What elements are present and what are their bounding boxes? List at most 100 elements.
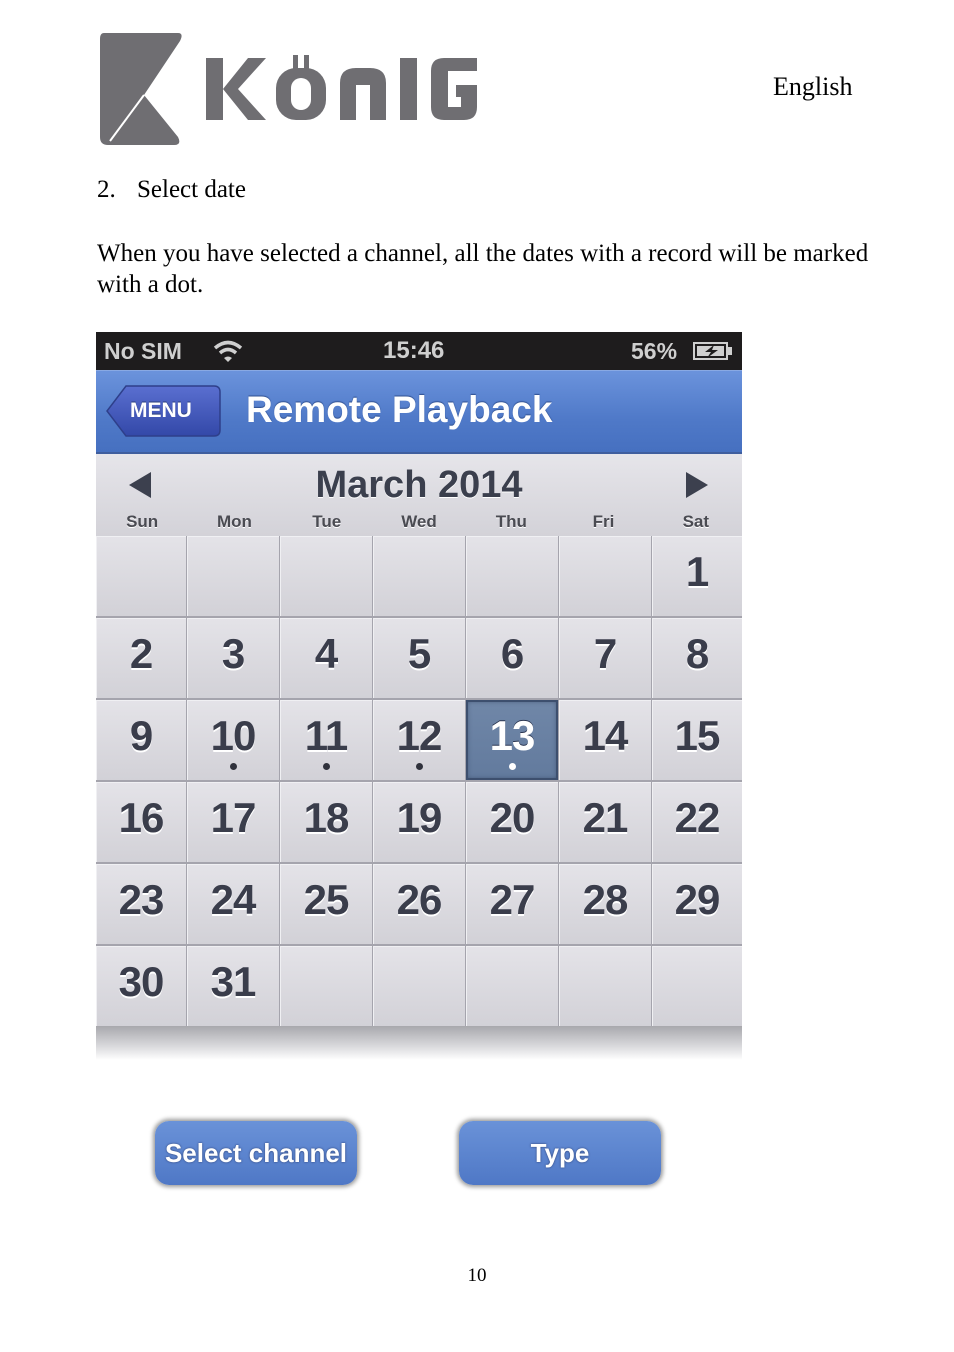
day-number: 31 <box>210 958 257 1005</box>
calendar-day-cell[interactable]: 1 <box>652 536 742 616</box>
calendar-day-cell[interactable]: 21 <box>559 782 651 862</box>
day-number: 1 <box>685 548 709 595</box>
calendar-day-cell[interactable]: 14 <box>559 700 651 780</box>
weekday-label: Sat <box>682 512 710 531</box>
calendar-empty-cell <box>187 536 279 616</box>
day-number: 18 <box>303 794 350 841</box>
calendar-day-cell[interactable]: 10 <box>187 700 279 780</box>
select-channel-button[interactable]: Select channel <box>155 1121 357 1185</box>
calendar-empty-cell <box>373 946 465 1026</box>
calendar-day-cell[interactable]: 27 <box>466 864 558 944</box>
record-dot-icon <box>323 763 330 770</box>
calendar-empty-cell <box>280 946 372 1026</box>
day-number: 10 <box>210 712 257 759</box>
day-number: 3 <box>221 630 245 677</box>
calendar-day-cell[interactable]: 5 <box>373 618 465 698</box>
calendar-day-cell[interactable]: 9 <box>96 700 186 780</box>
screen-title: Remote Playback <box>246 389 553 430</box>
calendar-day-cell[interactable]: 12 <box>373 700 465 780</box>
calendar-day-cell[interactable]: 13 <box>466 700 558 780</box>
day-number: 25 <box>303 876 350 923</box>
day-number: 20 <box>489 794 536 841</box>
calendar-empty-cell <box>466 946 558 1026</box>
app-screenshot: No SIM 15:46 56% MENU Remote Playback Ma… <box>96 332 742 1060</box>
clock: 15:46 <box>383 337 445 364</box>
calendar-day-cell[interactable]: 17 <box>187 782 279 862</box>
day-number: 24 <box>210 876 257 923</box>
day-number: 17 <box>210 794 257 841</box>
status-bar: No SIM 15:46 56% <box>96 332 742 370</box>
calendar-empty-cell <box>373 536 465 616</box>
weekday-label: Sun <box>126 512 159 531</box>
record-dot-icon <box>230 763 237 770</box>
weekday-row: Sun Mon Tue Wed Thu Fri Sat <box>96 512 742 532</box>
day-number: 7 <box>593 630 617 677</box>
carrier-label: No SIM <box>104 338 182 364</box>
day-number: 6 <box>500 630 524 677</box>
step-heading: 2. Select date <box>97 176 246 204</box>
calendar-day-cell[interactable]: 11 <box>280 700 372 780</box>
calendar-empty-cell <box>652 946 742 1026</box>
day-number: 30 <box>118 958 165 1005</box>
battery-percent: 56% <box>631 338 678 364</box>
calendar-empty-cell <box>559 536 651 616</box>
day-number: 12 <box>396 712 443 759</box>
calendar-day-cell[interactable]: 8 <box>652 618 742 698</box>
calendar-day-cell[interactable]: 3 <box>187 618 279 698</box>
day-number: 2 <box>129 630 153 677</box>
calendar-empty-cell <box>559 946 651 1026</box>
day-number: 29 <box>674 876 721 923</box>
calendar-day-cell[interactable]: 22 <box>652 782 742 862</box>
calendar-bottom-shadow <box>96 1026 742 1060</box>
calendar-day-cell[interactable]: 31 <box>187 946 279 1026</box>
record-dot-icon <box>509 763 516 770</box>
weekday-label: Fri <box>592 512 615 531</box>
calendar-day-cell[interactable]: 23 <box>96 864 186 944</box>
calendar-day-cell[interactable]: 6 <box>466 618 558 698</box>
calendar-day-cell[interactable]: 7 <box>559 618 651 698</box>
language-label: English <box>773 72 853 101</box>
calendar-day-cell[interactable]: 20 <box>466 782 558 862</box>
nav-bar: MENU Remote Playback <box>96 370 742 455</box>
menu-back-button[interactable]: MENU <box>106 385 221 437</box>
calendar-day-cell[interactable]: 15 <box>652 700 742 780</box>
description-paragraph: When you have selected a channel, all th… <box>97 240 869 298</box>
day-number: 26 <box>396 876 443 923</box>
day-number: 16 <box>118 794 165 841</box>
day-number: 9 <box>129 712 153 759</box>
day-number: 8 <box>685 630 709 677</box>
wifi-icon <box>213 340 243 362</box>
calendar-day-cell[interactable]: 16 <box>96 782 186 862</box>
day-number: 23 <box>118 876 165 923</box>
calendar-day-cell[interactable]: 24 <box>187 864 279 944</box>
type-button[interactable]: Type <box>459 1121 661 1185</box>
day-number: 13 <box>489 712 536 759</box>
calendar-day-cell[interactable]: 25 <box>280 864 372 944</box>
day-number: 19 <box>396 794 443 841</box>
battery-charging-icon <box>693 342 732 360</box>
day-number: 28 <box>582 876 629 923</box>
month-title: March 2014 <box>315 464 523 506</box>
day-number: 21 <box>582 794 629 841</box>
konig-logo-mark <box>100 33 477 145</box>
calendar-day-cell[interactable]: 19 <box>373 782 465 862</box>
page-number: 10 <box>467 1265 487 1286</box>
calendar-day-cell[interactable]: 26 <box>373 864 465 944</box>
calendar-day-cell[interactable]: 2 <box>96 618 186 698</box>
triangle-right-icon[interactable] <box>686 472 708 498</box>
calendar-day-cell[interactable]: 4 <box>280 618 372 698</box>
day-number: 5 <box>407 630 431 677</box>
weekday-label: Mon <box>216 512 252 531</box>
konig-logo <box>98 33 518 145</box>
day-number: 15 <box>674 712 721 759</box>
day-number: 27 <box>489 876 536 923</box>
calendar-day-cell[interactable]: 29 <box>652 864 742 944</box>
calendar-day-cell[interactable]: 18 <box>280 782 372 862</box>
day-number: 4 <box>314 630 338 677</box>
step-title: Select date <box>137 176 246 203</box>
day-number: 11 <box>304 712 348 759</box>
calendar-day-cell[interactable]: 30 <box>96 946 186 1026</box>
day-number: 14 <box>582 712 629 759</box>
calendar-day-cell[interactable]: 28 <box>559 864 651 944</box>
calendar-header: March 2014 Sun Mon Tue Wed Thu Fri Sat <box>96 454 742 538</box>
